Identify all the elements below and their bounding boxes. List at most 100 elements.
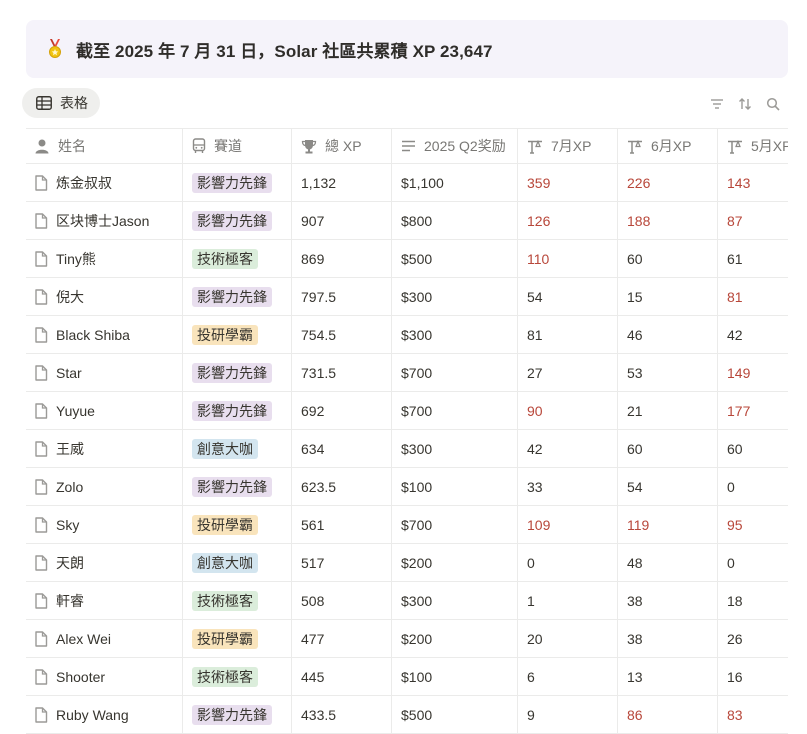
cell-total-xp[interactable]: 1,132 — [292, 164, 392, 201]
cell-track[interactable]: 影響力先鋒 — [183, 696, 292, 733]
view-tab-table[interactable]: 表格 — [22, 88, 100, 118]
cell-track[interactable]: 投研學霸 — [183, 316, 292, 353]
cell-total-xp[interactable]: 517 — [292, 544, 392, 581]
cell-name[interactable]: Shooter — [26, 658, 183, 695]
cell-bonus[interactable]: $100 — [392, 658, 518, 695]
cell-total-xp[interactable]: 907 — [292, 202, 392, 239]
table-row[interactable]: 天朗 創意大咖 517 $200 0 48 0 — [26, 544, 788, 582]
table-row[interactable]: Sky 投研學霸 561 $700 109 119 95 — [26, 506, 788, 544]
cell-jun-xp[interactable]: 53 — [618, 354, 718, 391]
cell-bonus[interactable]: $700 — [392, 354, 518, 391]
column-header-may[interactable]: 5月XP — [718, 129, 788, 163]
cell-jun-xp[interactable]: 15 — [618, 278, 718, 315]
cell-total-xp[interactable]: 797.5 — [292, 278, 392, 315]
cell-may-xp[interactable]: 149 — [718, 354, 788, 391]
cell-bonus[interactable]: $300 — [392, 430, 518, 467]
cell-track[interactable]: 影響力先鋒 — [183, 392, 292, 429]
cell-name[interactable]: Black Shiba — [26, 316, 183, 353]
table-row[interactable]: Yuyue 影響力先鋒 692 $700 90 21 177 — [26, 392, 788, 430]
table-row[interactable]: 王威 創意大咖 634 $300 42 60 60 — [26, 430, 788, 468]
cell-total-xp[interactable]: 731.5 — [292, 354, 392, 391]
cell-name[interactable]: 軒睿 — [26, 582, 183, 619]
table-row[interactable]: 軒睿 技術極客 508 $300 1 38 18 — [26, 582, 788, 620]
cell-jun-xp[interactable]: 46 — [618, 316, 718, 353]
cell-name[interactable]: 王威 — [26, 430, 183, 467]
column-header-jun[interactable]: 6月XP — [618, 129, 718, 163]
cell-may-xp[interactable]: 81 — [718, 278, 788, 315]
table-row[interactable]: Zolo 影響力先鋒 623.5 $100 33 54 0 — [26, 468, 788, 506]
cell-total-xp[interactable]: 869 — [292, 240, 392, 277]
cell-jul-xp[interactable]: 359 — [518, 164, 618, 201]
cell-name[interactable]: 炼金叔叔 — [26, 164, 183, 201]
cell-total-xp[interactable]: 623.5 — [292, 468, 392, 505]
column-header-bonus[interactable]: 2025 Q2奖励 — [392, 129, 518, 163]
cell-jul-xp[interactable]: 90 — [518, 392, 618, 429]
cell-jul-xp[interactable]: 27 — [518, 354, 618, 391]
cell-jul-xp[interactable]: 54 — [518, 278, 618, 315]
cell-jul-xp[interactable]: 20 — [518, 620, 618, 657]
cell-bonus[interactable]: $300 — [392, 278, 518, 315]
filter-icon[interactable] — [708, 95, 726, 113]
cell-track[interactable]: 影響力先鋒 — [183, 164, 292, 201]
cell-jul-xp[interactable]: 109 — [518, 506, 618, 543]
cell-track[interactable]: 影響力先鋒 — [183, 278, 292, 315]
cell-may-xp[interactable]: 61 — [718, 240, 788, 277]
cell-total-xp[interactable]: 445 — [292, 658, 392, 695]
cell-jun-xp[interactable]: 21 — [618, 392, 718, 429]
cell-may-xp[interactable]: 0 — [718, 544, 788, 581]
cell-bonus[interactable]: $200 — [392, 620, 518, 657]
cell-jun-xp[interactable]: 54 — [618, 468, 718, 505]
cell-bonus[interactable]: $100 — [392, 468, 518, 505]
cell-may-xp[interactable]: 60 — [718, 430, 788, 467]
cell-jul-xp[interactable]: 0 — [518, 544, 618, 581]
cell-name[interactable]: Alex Wei — [26, 620, 183, 657]
table-row[interactable]: 炼金叔叔 影響力先鋒 1,132 $1,100 359 226 143 — [26, 164, 788, 202]
cell-jun-xp[interactable]: 86 — [618, 696, 718, 733]
table-row[interactable]: Shooter 技術極客 445 $100 6 13 16 — [26, 658, 788, 696]
cell-jul-xp[interactable]: 42 — [518, 430, 618, 467]
cell-may-xp[interactable]: 26 — [718, 620, 788, 657]
cell-jul-xp[interactable]: 9 — [518, 696, 618, 733]
cell-may-xp[interactable]: 87 — [718, 202, 788, 239]
cell-jun-xp[interactable]: 13 — [618, 658, 718, 695]
cell-may-xp[interactable]: 42 — [718, 316, 788, 353]
cell-may-xp[interactable]: 95 — [718, 506, 788, 543]
cell-jun-xp[interactable]: 48 — [618, 544, 718, 581]
cell-track[interactable]: 創意大咖 — [183, 430, 292, 467]
cell-name[interactable]: 倪大 — [26, 278, 183, 315]
cell-bonus[interactable]: $300 — [392, 316, 518, 353]
table-row[interactable]: 倪大 影響力先鋒 797.5 $300 54 15 81 — [26, 278, 788, 316]
cell-jul-xp[interactable]: 81 — [518, 316, 618, 353]
cell-name[interactable]: Yuyue — [26, 392, 183, 429]
cell-track[interactable]: 技術極客 — [183, 240, 292, 277]
table-row[interactable]: Black Shiba 投研學霸 754.5 $300 81 46 42 — [26, 316, 788, 354]
cell-bonus[interactable]: $300 — [392, 582, 518, 619]
cell-track[interactable]: 影響力先鋒 — [183, 202, 292, 239]
table-row[interactable]: Alex Wei 投研學霸 477 $200 20 38 26 — [26, 620, 788, 658]
cell-total-xp[interactable]: 433.5 — [292, 696, 392, 733]
table-row[interactable]: 区块博士Jason 影響力先鋒 907 $800 126 188 87 — [26, 202, 788, 240]
cell-track[interactable]: 創意大咖 — [183, 544, 292, 581]
cell-bonus[interactable]: $700 — [392, 392, 518, 429]
cell-bonus[interactable]: $500 — [392, 240, 518, 277]
cell-total-xp[interactable]: 477 — [292, 620, 392, 657]
cell-total-xp[interactable]: 634 — [292, 430, 392, 467]
cell-jul-xp[interactable]: 110 — [518, 240, 618, 277]
cell-may-xp[interactable]: 143 — [718, 164, 788, 201]
cell-track[interactable]: 投研學霸 — [183, 506, 292, 543]
search-icon[interactable] — [764, 95, 782, 113]
cell-track[interactable]: 技術極客 — [183, 658, 292, 695]
cell-bonus[interactable]: $1,100 — [392, 164, 518, 201]
cell-jun-xp[interactable]: 188 — [618, 202, 718, 239]
cell-track[interactable]: 技術極客 — [183, 582, 292, 619]
cell-name[interactable]: Star — [26, 354, 183, 391]
cell-track[interactable]: 影響力先鋒 — [183, 354, 292, 391]
cell-name[interactable]: 天朗 — [26, 544, 183, 581]
cell-total-xp[interactable]: 754.5 — [292, 316, 392, 353]
cell-bonus[interactable]: $200 — [392, 544, 518, 581]
cell-total-xp[interactable]: 692 — [292, 392, 392, 429]
cell-may-xp[interactable]: 177 — [718, 392, 788, 429]
column-header-jul[interactable]: 7月XP — [518, 129, 618, 163]
cell-jun-xp[interactable]: 226 — [618, 164, 718, 201]
table-row[interactable]: Tiny熊 技術極客 869 $500 110 60 61 — [26, 240, 788, 278]
